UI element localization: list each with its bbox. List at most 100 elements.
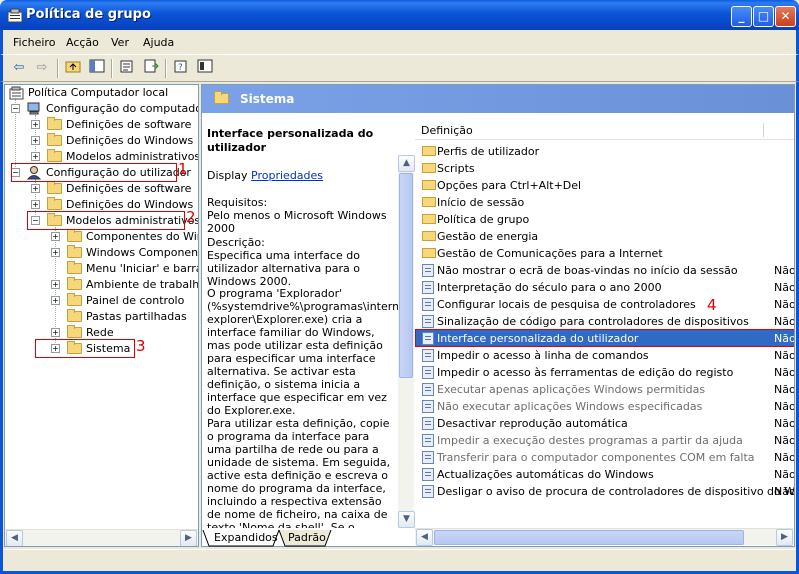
menu-ficheiro[interactable]: Ficheiro xyxy=(13,36,55,49)
list-setting-row[interactable]: Não executar aplicações Windows especifi… xyxy=(415,398,794,415)
list-setting-row[interactable]: Desligar o aviso de procura de controlad… xyxy=(415,483,794,500)
list-setting-row[interactable]: Actualizações automáticas do Windows Não xyxy=(415,466,794,483)
menu-ajuda[interactable]: Ajuda xyxy=(143,36,174,49)
back-arrow-icon[interactable]: ⇦ xyxy=(9,59,29,77)
tree-item-windows-components[interactable]: + Componentes do Windo xyxy=(9,229,198,245)
setting-name: Configurar locais de pesquisa de control… xyxy=(437,298,696,311)
description-vertical-scrollbar[interactable]: ▲ ▼ xyxy=(398,155,415,528)
list-folder-row[interactable]: Gestão de Comunicações para a Internet xyxy=(415,245,794,262)
help-icon[interactable]: ? xyxy=(171,59,191,77)
list-folder-row[interactable]: Opções para Ctrl+Alt+Del xyxy=(415,177,794,194)
setting-name: Sinalização de código para controladores… xyxy=(437,315,749,328)
policy-setting-icon xyxy=(422,264,434,277)
scroll-left-button[interactable]: ◀ xyxy=(6,530,23,546)
scroll-up-button[interactable]: ▲ xyxy=(398,155,415,172)
window-title: Política de grupo xyxy=(26,7,151,22)
tree-item-control-panel[interactable]: + Painel de controlo xyxy=(9,293,198,309)
list-folder-row[interactable]: Gestão de energia xyxy=(415,228,794,245)
scroll-right-button[interactable]: ▶ xyxy=(776,529,793,546)
scroll-down-button[interactable]: ▼ xyxy=(398,511,415,528)
properties-icon[interactable] xyxy=(117,59,137,77)
expand-toggle[interactable]: + xyxy=(51,328,60,337)
scroll-thumb[interactable] xyxy=(434,530,744,545)
forward-arrow-icon[interactable]: ⇨ xyxy=(32,59,52,77)
scroll-left-button[interactable]: ◀ xyxy=(416,529,433,546)
list-setting-row[interactable]: Interface personalizada do utilizador Não xyxy=(415,329,794,347)
list-folder-row[interactable]: Início de sessão xyxy=(415,194,794,211)
list-setting-row[interactable]: Executar apenas aplicações Windows permi… xyxy=(415,381,795,398)
tree-item-software-settings[interactable]: + Definições de software xyxy=(9,117,198,133)
expand-toggle[interactable]: + xyxy=(31,120,40,129)
tree-horizontal-scrollbar[interactable]: ◀ ▶ xyxy=(5,529,198,546)
window-border-left xyxy=(0,82,3,574)
tree-item-software-settings[interactable]: + Definições de software xyxy=(9,181,198,197)
tree-item-windows-components-en[interactable]: + Windows Components xyxy=(9,245,198,261)
setting-name: Interpretação do século para o ano 2000 xyxy=(437,281,662,294)
tab-standard[interactable]: Padrão xyxy=(288,530,326,547)
toolbar-separator xyxy=(57,59,59,78)
scroll-right-button[interactable]: ▶ xyxy=(180,530,197,546)
collapse-toggle[interactable]: − xyxy=(11,104,20,113)
tree-item-shared-folders[interactable]: Pastas partilhadas xyxy=(9,309,198,325)
extended-description: Interface personalizada do utilizador Di… xyxy=(202,113,398,528)
list-setting-row[interactable]: Impedir o acesso à linha de comandos Não xyxy=(415,347,794,364)
folder-icon xyxy=(67,325,82,338)
annotation-number-3: 3 xyxy=(136,337,146,355)
column-separator[interactable] xyxy=(763,123,764,137)
show-hide-tree-icon[interactable] xyxy=(87,59,107,77)
scroll-thumb[interactable] xyxy=(399,173,413,378)
folder-icon xyxy=(67,261,82,274)
setting-name: Política de grupo xyxy=(437,213,530,226)
tree-item-computer-config[interactable]: − Configuração do computador xyxy=(9,101,198,117)
list-setting-row[interactable]: Sinalização de código para controladores… xyxy=(415,313,794,330)
computer-icon xyxy=(27,102,40,115)
list-setting-row[interactable]: Transferir para o computador componentes… xyxy=(415,449,795,466)
menu-ver[interactable]: Ver xyxy=(111,36,129,49)
list-setting-row[interactable]: Impedir o acesso às ferramentas de ediçã… xyxy=(415,364,794,381)
setting-name: Desactivar reprodução automática xyxy=(437,417,628,430)
tab-extended[interactable]: Expandidos xyxy=(214,530,278,547)
list-setting-row[interactable]: Interpretação do século para o ano 2000 N… xyxy=(415,279,794,296)
expand-toggle[interactable]: + xyxy=(31,184,40,193)
console-tree-icon[interactable] xyxy=(195,59,215,77)
list-setting-row[interactable]: Desactivar reprodução automática Não xyxy=(415,415,794,432)
setting-title: Interface personalizada do utilizador xyxy=(207,127,374,154)
export-list-icon[interactable] xyxy=(141,59,161,77)
list-setting-row[interactable]: Impedir a execução destes programas a pa… xyxy=(415,432,794,449)
list-horizontal-scrollbar[interactable]: ◀ ▶ xyxy=(415,528,794,546)
tree-item-windows-settings[interactable]: + Definições do Windows xyxy=(9,133,198,149)
expand-toggle[interactable]: + xyxy=(51,232,60,241)
minimize-button[interactable]: _ xyxy=(731,6,752,27)
maximize-button[interactable]: □ xyxy=(753,6,774,27)
policy-setting-icon xyxy=(422,298,434,311)
list-folder-row[interactable]: Política de grupo xyxy=(415,211,794,228)
policy-setting-icon xyxy=(422,451,434,464)
policy-setting-icon xyxy=(422,485,434,498)
tree-label: Ambiente de trabalho xyxy=(86,278,199,291)
tree-root[interactable]: Política Computador local xyxy=(9,85,198,101)
list-setting-row[interactable]: Não mostrar o ecrã de boas-vindas no iní… xyxy=(415,262,794,279)
tree-item-start-menu[interactable]: Menu 'Iniciar' e barra d xyxy=(9,261,198,277)
list-folder-row[interactable]: Scripts xyxy=(415,160,794,177)
expand-toggle[interactable]: + xyxy=(51,296,60,305)
list-folder-row[interactable]: Perfis de utilizador xyxy=(415,143,794,160)
expand-toggle[interactable]: + xyxy=(51,248,60,257)
expand-toggle[interactable]: + xyxy=(31,200,40,209)
policy-setting-icon xyxy=(422,349,434,362)
expand-toggle[interactable]: + xyxy=(51,280,60,289)
expand-toggle[interactable]: + xyxy=(31,152,40,161)
setting-state: Não xyxy=(774,383,795,396)
expand-toggle[interactable]: + xyxy=(31,136,40,145)
list-setting-row[interactable]: Configurar locais de pesquisa de control… xyxy=(415,296,794,313)
folder-icon xyxy=(422,163,436,173)
setting-state: Não xyxy=(774,451,795,464)
tree-item-desktop[interactable]: + Ambiente de trabalho xyxy=(9,277,199,293)
column-header-setting[interactable]: Definição xyxy=(421,124,473,137)
details-header-title: Sistema xyxy=(240,92,295,106)
policy-setting-icon xyxy=(422,434,434,447)
properties-link[interactable]: Propriedades xyxy=(251,169,323,182)
close-button[interactable]: ✕ xyxy=(775,6,796,27)
menu-accao[interactable]: Acção xyxy=(66,36,99,49)
up-folder-icon[interactable] xyxy=(63,59,83,77)
setting-name: Perfis de utilizador xyxy=(437,145,540,158)
